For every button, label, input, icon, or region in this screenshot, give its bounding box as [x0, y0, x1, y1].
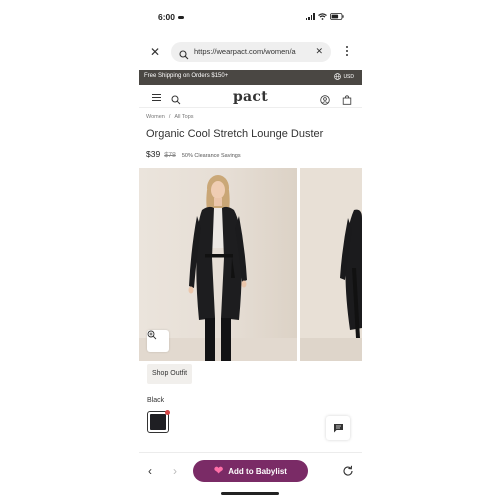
sale-price: $39 [146, 149, 161, 159]
selected-indicator [165, 410, 170, 415]
promo-text: Free Shipping on Orders $150+ [144, 73, 229, 79]
back-chevron-icon[interactable]: ‹ [148, 464, 152, 478]
product-image-secondary[interactable] [300, 168, 362, 361]
site-header: pact [139, 88, 362, 108]
refresh-icon[interactable] [342, 464, 354, 482]
clear-icon[interactable]: ✕ [315, 46, 323, 57]
address-field[interactable]: https://wearpact.com/women/a ✕ [171, 42, 331, 62]
status-icons [305, 13, 344, 20]
shop-outfit-button[interactable]: Shop Outfit [147, 364, 193, 384]
product-gallery[interactable] [139, 168, 362, 361]
more-vertical-icon[interactable] [346, 46, 350, 58]
status-time: 6:00 [158, 12, 185, 22]
breadcrumb-separator: / [168, 114, 171, 120]
url-text: https://wearpact.com/women/a [194, 47, 296, 56]
search-icon [179, 47, 189, 65]
account-icon[interactable] [320, 92, 330, 110]
product-image-main[interactable] [139, 168, 297, 361]
add-to-babylist-label: Add to Babylist [228, 466, 287, 476]
forward-chevron-icon[interactable]: › [173, 464, 177, 478]
price-row: $39 $78 50% Clearance Savings [146, 149, 241, 159]
browser-bottom-bar: ‹ › ❤ Add to Babylist [139, 452, 362, 490]
battery-icon [330, 13, 344, 20]
close-icon[interactable]: ✕ [149, 46, 161, 58]
globe-icon [334, 73, 342, 80]
breadcrumb: Women / All Tops [146, 114, 194, 120]
status-bar: 6:00 [139, 10, 362, 26]
signal-icon [305, 13, 315, 20]
browser-url-bar: ✕ https://wearpact.com/women/a ✕ [139, 40, 362, 64]
home-indicator [221, 492, 279, 495]
product-title: Organic Cool Stretch Lounge Duster [146, 128, 324, 140]
breadcrumb-all-tops[interactable]: All Tops [174, 114, 193, 120]
promo-banner: Free Shipping on Orders $150+ USD [139, 70, 362, 85]
original-price: $78 [164, 152, 176, 159]
heart-icon: ❤ [214, 464, 224, 477]
add-to-babylist-button[interactable]: ❤ Add to Babylist [193, 460, 308, 482]
region-label: USD [343, 73, 354, 80]
color-label: Black [147, 397, 165, 404]
savings-label: 50% Clearance Savings [181, 153, 241, 159]
color-swatch-black[interactable] [147, 410, 170, 433]
wifi-icon [318, 13, 327, 20]
bag-icon[interactable] [342, 92, 352, 110]
phone-screen: 6:00 ✕ https://wearpact.com/women/a ✕ Fr… [139, 0, 362, 500]
breadcrumb-women[interactable]: Women [146, 114, 165, 120]
chat-icon[interactable] [326, 416, 350, 440]
region-selector[interactable]: USD [334, 73, 354, 80]
zoom-in-icon[interactable] [147, 330, 169, 352]
